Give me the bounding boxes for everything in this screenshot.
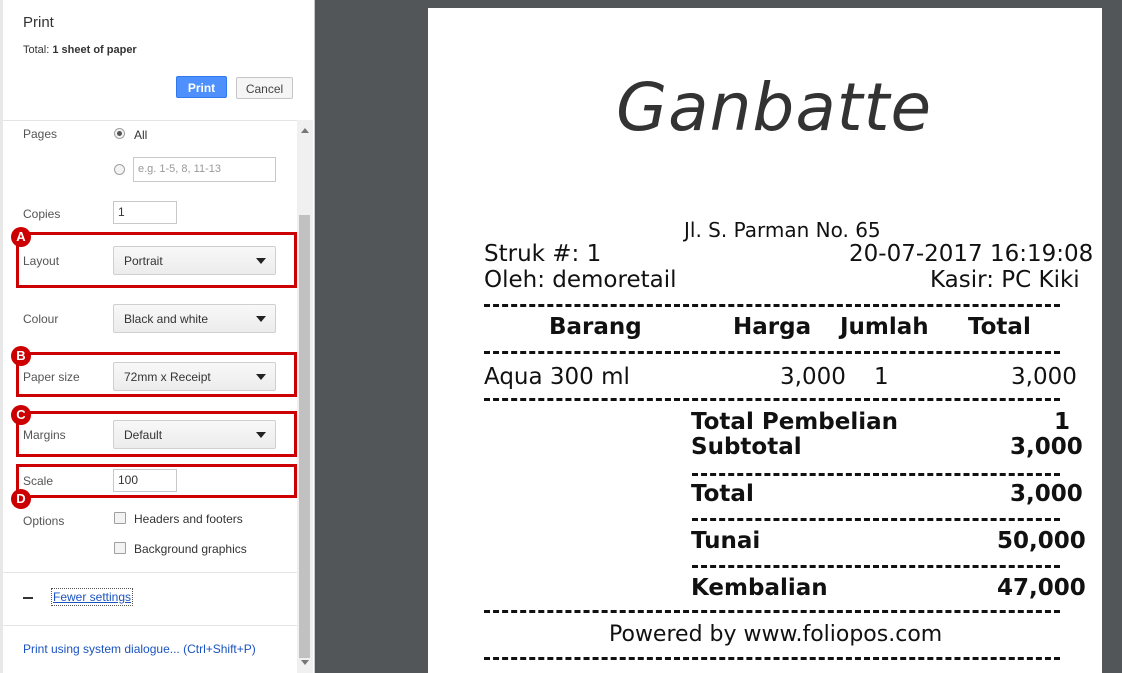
colour-value: Black and white — [124, 312, 209, 326]
header-qty: Jumlah — [840, 314, 929, 340]
item-qty: 1 — [874, 364, 889, 390]
background-graphics-checkbox[interactable] — [114, 542, 126, 554]
receipt-datetime: 20-07-2017 16:19:08 — [849, 241, 1094, 267]
dashed-separator — [692, 473, 1060, 476]
scroll-up-arrow-icon[interactable] — [301, 128, 309, 133]
header-item: Barang — [549, 314, 642, 340]
system-dialog-link[interactable]: Print using system dialogue... (Ctrl+Shi… — [23, 642, 256, 656]
annotation-box-d — [16, 464, 297, 498]
headers-footers-checkbox[interactable] — [114, 512, 126, 524]
header-price: Harga — [733, 314, 812, 340]
options-divider — [3, 572, 297, 573]
total-prefix: Total: — [23, 44, 53, 56]
header-total: Total — [968, 314, 1031, 340]
annotation-badge-b: B — [11, 346, 31, 366]
total-value: 3,000 — [1010, 481, 1083, 507]
subtotal-label: Subtotal — [691, 434, 802, 460]
scrollbar-thumb[interactable] — [299, 215, 310, 658]
total-value: 1 sheet of paper — [52, 44, 137, 56]
copies-label: Copies — [23, 207, 61, 221]
item-total: 3,000 — [1011, 364, 1077, 390]
pages-custom-input[interactable]: e.g. 1-5, 8, 11-13 — [133, 157, 276, 182]
print-button[interactable]: Print — [176, 76, 227, 98]
item-price: 3,000 — [780, 364, 846, 390]
ganbatte-logo-image: Ganbatte — [616, 69, 932, 146]
annotation-badge-c: C — [11, 405, 31, 425]
dashed-separator — [484, 610, 1060, 613]
dashed-separator — [692, 565, 1060, 568]
dashed-separator — [692, 518, 1060, 521]
total-pembelian-value: 1 — [1054, 409, 1071, 435]
annotation-box-a — [16, 232, 297, 288]
dialog-title: Print — [23, 14, 54, 31]
dashed-separator — [484, 657, 1060, 660]
annotation-badge-a: A — [11, 227, 31, 247]
dashed-separator — [484, 351, 1060, 354]
total-label: Total — [691, 481, 754, 507]
dashed-separator — [484, 304, 1060, 307]
pages-all-label: All — [134, 128, 148, 142]
dashed-separator — [484, 398, 1060, 401]
header-divider — [3, 120, 297, 121]
options-label: Options — [23, 514, 65, 528]
item-name: Aqua 300 ml — [484, 364, 630, 390]
scroll-down-arrow-icon[interactable] — [301, 660, 309, 665]
background-graphics-label: Background graphics — [134, 542, 247, 556]
footer-divider — [3, 625, 297, 626]
tunai-value: 50,000 — [997, 528, 1086, 554]
headers-footers-label: Headers and footers — [134, 512, 243, 526]
tunai-label: Tunai — [691, 528, 761, 554]
receipt-address: Jl. S. Parman No. 65 — [684, 218, 881, 242]
receipt-struk: Struk #: 1 — [484, 241, 602, 267]
copies-input[interactable]: 1 — [113, 201, 177, 224]
receipt-kasir: Kasir: PC Kiki — [930, 267, 1080, 293]
pages-all-radio[interactable] — [114, 128, 125, 139]
kembalian-value: 47,000 — [997, 575, 1086, 601]
print-settings-panel: Print Total: 1 sheet of paper Print Canc… — [0, 0, 315, 673]
settings-scrollbar[interactable] — [297, 120, 313, 673]
pages-custom-radio[interactable] — [114, 164, 125, 175]
chevron-down-icon — [256, 316, 266, 322]
print-preview-page: Ganbatte Jl. S. Parman No. 65 Struk #: 1… — [428, 8, 1102, 673]
fewer-settings-link[interactable]: Fewer settings — [51, 588, 134, 606]
subtotal-value: 3,000 — [1010, 434, 1083, 460]
receipt-footer: Powered by www.foliopos.com — [609, 622, 943, 647]
annotation-box-c — [16, 411, 297, 457]
total-pembelian-label: Total Pembelian — [691, 409, 898, 435]
kembalian-label: Kembalian — [691, 575, 828, 601]
preview-right-gutter — [1102, 0, 1122, 673]
collapse-icon[interactable] — [23, 597, 33, 599]
pages-label: Pages — [23, 127, 58, 141]
annotation-box-b — [16, 352, 297, 397]
total-sheets: Total: 1 sheet of paper — [23, 44, 137, 56]
annotation-badge-d: D — [11, 489, 31, 509]
logo-text: Ganbatte — [616, 69, 932, 146]
receipt-oleh: Oleh: demoretail — [484, 267, 677, 293]
receipt-logo: Ganbatte — [608, 48, 948, 163]
cancel-button[interactable]: Cancel — [236, 77, 293, 99]
colour-select[interactable]: Black and white — [113, 304, 276, 333]
colour-label: Colour — [23, 312, 59, 326]
